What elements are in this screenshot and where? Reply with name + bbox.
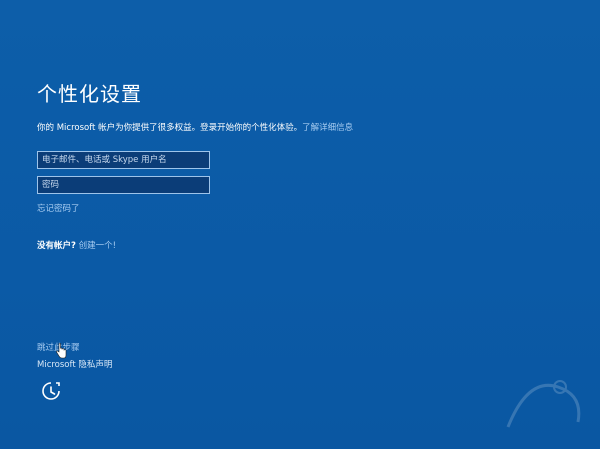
forgot-password-link[interactable]: 忘记密码了 [37,202,80,214]
learn-more-link[interactable]: 了解详细信息 [302,123,353,133]
create-account-link[interactable]: 创建一个! [79,241,116,251]
password-field[interactable] [37,176,210,194]
description: 你的 Microsoft 帐户为你提供了很多权益。登录开始你的个性化体验。了解详… [37,121,353,133]
page-title: 个性化设置 [37,82,142,106]
ease-of-access-icon[interactable] [40,380,62,402]
email-field[interactable] [37,151,210,169]
oobe-screen: 个性化设置 你的 Microsoft 帐户为你提供了很多权益。登录开始你的个性化… [0,0,600,449]
watermark-logo-icon [498,367,588,437]
no-account-label: 没有帐户? [37,241,76,251]
hand-cursor-icon [56,342,67,359]
privacy-statement-link[interactable]: Microsoft 隐私声明 [37,358,112,370]
description-text: 你的 Microsoft 帐户为你提供了很多权益。登录开始你的个性化体验。 [37,123,303,133]
signup-row: 没有帐户? 创建一个! [37,239,116,251]
